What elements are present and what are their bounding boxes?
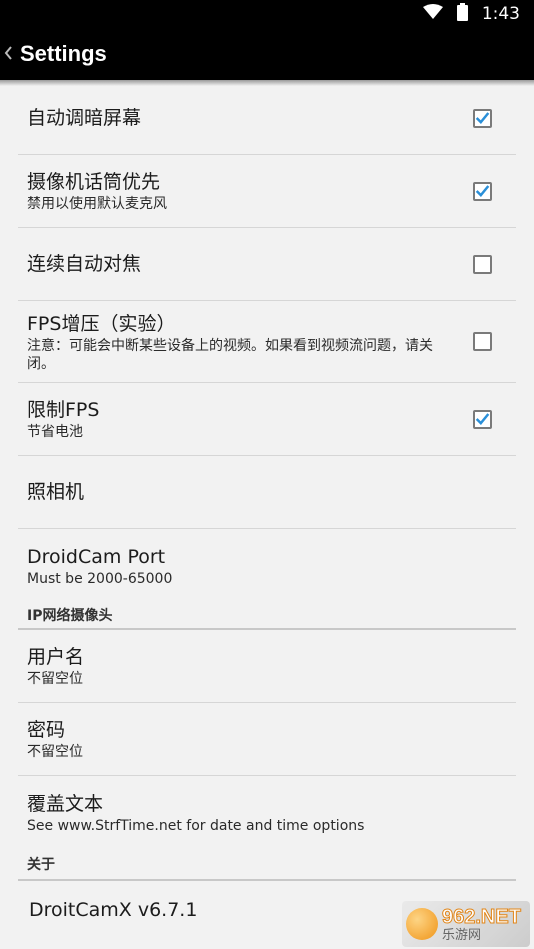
- setting-fps-boost[interactable]: FPS增压（实验） 注意：可能会中断某些设备上的视频。如果看到视频流问题，请关闭…: [18, 301, 516, 383]
- setting-droidcam-port[interactable]: DroidCam Port Must be 2000-65000: [18, 529, 516, 602]
- checkbox-limit-fps[interactable]: [473, 409, 492, 429]
- checkmark-icon: [475, 185, 490, 198]
- setting-title: 覆盖文本: [27, 792, 104, 815]
- checkbox-autofocus[interactable]: [473, 254, 492, 274]
- section-header-about: 关于: [18, 849, 516, 881]
- app-bar: Settings: [0, 28, 534, 80]
- setting-subtitle: 禁用以使用默认麦克风: [27, 196, 167, 212]
- setting-subtitle: 节省电池: [27, 424, 83, 440]
- back-chevron-icon[interactable]: [4, 44, 18, 65]
- checkbox-fps-boost[interactable]: [473, 332, 492, 351]
- setting-camera-mic-priority[interactable]: 摄像机话筒优先 禁用以使用默认麦克风: [18, 155, 516, 228]
- setting-continuous-autofocus[interactable]: 连续自动对焦: [18, 228, 516, 301]
- wifi-icon: [422, 3, 443, 25]
- setting-subtitle: See www.StrfTime.net for date and time o…: [27, 817, 365, 834]
- checkbox-auto-dim[interactable]: [473, 108, 492, 128]
- setting-overlay-text[interactable]: 覆盖文本 See www.StrfTime.net for date and t…: [18, 776, 516, 849]
- setting-title: 照相机: [27, 481, 85, 503]
- setting-title: 摄像机话筒优先: [27, 171, 161, 193]
- status-bar: 1:43: [0, 0, 534, 28]
- setting-title: DroidCam Port: [27, 545, 166, 568]
- watermark-logo-icon: [406, 908, 438, 940]
- setting-subtitle: Must be 2000-65000: [27, 570, 173, 587]
- setting-password[interactable]: 密码 不留空位: [18, 703, 516, 776]
- section-header-ip-webcam: IP网络摄像头: [18, 602, 516, 630]
- watermark-top-text: 962.NET: [442, 905, 522, 928]
- setting-title: 密码: [27, 719, 66, 741]
- setting-subtitle: 不留空位: [27, 744, 83, 760]
- setting-title: 连续自动对焦: [27, 253, 142, 275]
- checkmark-icon: [475, 413, 490, 426]
- checkmark-icon: [475, 112, 490, 125]
- setting-limit-fps[interactable]: 限制FPS 节省电池: [18, 383, 516, 456]
- setting-title: 用户名: [27, 646, 85, 668]
- setting-auto-dim-screen[interactable]: 自动调暗屏幕: [18, 82, 516, 155]
- setting-subtitle: 注意：可能会中断某些设备上的视频。如果看到视频流问题，请关闭。: [27, 337, 433, 372]
- setting-subtitle: 不留空位: [27, 671, 83, 687]
- battery-icon: [456, 2, 468, 26]
- setting-camera[interactable]: 照相机: [18, 456, 516, 529]
- setting-title: 自动调暗屏幕: [27, 107, 142, 129]
- settings-list: 自动调暗屏幕 摄像机话筒优先 禁用以使用默认麦克风 连续自动对焦 FPS增压（实…: [0, 82, 534, 939]
- setting-username[interactable]: 用户名 不留空位: [18, 630, 516, 703]
- status-time: 1:43: [481, 4, 520, 24]
- page-title[interactable]: Settings: [20, 41, 107, 67]
- setting-title: FPS增压（实验）: [27, 312, 176, 335]
- site-watermark: 962.NET 乐游网: [402, 901, 530, 947]
- setting-title: 限制FPS: [27, 399, 100, 421]
- watermark-bottom-text: 乐游网: [442, 927, 482, 943]
- checkbox-mic-priority[interactable]: [473, 181, 492, 201]
